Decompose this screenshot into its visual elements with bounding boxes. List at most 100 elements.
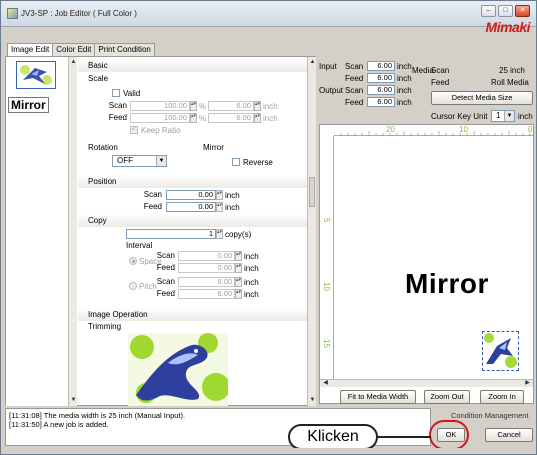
pitch-feed-spinner[interactable]: ▴▾ (235, 289, 242, 299)
preview-mirror-text: Mirror (405, 268, 489, 299)
inch-unit: inch (397, 86, 412, 95)
output-scan-value: 6.00 (367, 85, 395, 95)
position-scan-spinner[interactable]: ▴▾ (216, 190, 223, 200)
inch-unit: inch (263, 114, 278, 123)
rotation-select[interactable]: OFF ▼ (112, 155, 167, 167)
settings-list: Basic Scale Valid Scan 100.00 ▴▾ % 6.00 … (78, 57, 307, 406)
ruler-mark: 10 (322, 282, 331, 291)
scroll-down-icon[interactable]: ▼ (69, 396, 78, 405)
preview-horizontal-scrollbar[interactable]: ◀ ▶ (320, 379, 533, 387)
tab-image-edit[interactable]: Image Edit (7, 43, 54, 57)
thumbnail-scrollbar[interactable]: ▲ ▼ (68, 57, 77, 406)
media-scan-value: 25 inch (499, 66, 525, 75)
ruler-ticks (334, 131, 531, 136)
input-feed-value: 6.00 (367, 73, 395, 83)
input-feed-label: Feed (345, 74, 364, 83)
copy-count-spinner[interactable]: ▴▾ (216, 229, 223, 239)
cursor-key-unit-select[interactable]: 1 ▼ (491, 110, 515, 122)
tab-print-condition[interactable]: Print Condition (94, 43, 155, 56)
mirror-title: Mirror (203, 143, 224, 152)
trimming-image[interactable] (128, 333, 230, 406)
inch-unit: inch (225, 203, 240, 212)
pitch-scan-field[interactable]: 6.00 (178, 277, 235, 287)
zoom-in-button[interactable]: Zoom In (480, 390, 524, 404)
scroll-right-icon[interactable]: ▶ (523, 379, 532, 388)
inch-unit: inch (225, 191, 240, 200)
inch-unit: inch (244, 264, 259, 273)
pitch-scan-label: Scan (156, 277, 175, 286)
section-image-operation: Image Operation (78, 308, 307, 321)
preview-picture-icon (484, 333, 517, 368)
scroll-down-icon[interactable]: ▼ (308, 396, 317, 405)
scroll-up-icon[interactable]: ▲ (69, 58, 78, 67)
inch-unit: inch (244, 278, 259, 287)
pitch-feed-label: Feed (156, 289, 175, 298)
vertical-ruler: 5 10 15 (320, 136, 334, 384)
copy-count-field[interactable]: 1 (126, 229, 216, 239)
scale-feed-inch-field[interactable]: 6.00 (208, 113, 254, 123)
tab-color-edit[interactable]: Color Edit (52, 43, 96, 56)
ruler-mark: 15 (322, 339, 331, 348)
job-editor-window: JV3-SP : Job Editor ( Full Color ) – □ ✕ M… (0, 0, 537, 455)
scale-feed-percent-field[interactable]: 100.00 (130, 113, 190, 123)
scale-scan-inch-spinner[interactable]: ▴▾ (254, 101, 261, 111)
maximize-button[interactable]: □ (498, 5, 513, 17)
chevron-down-icon: ▼ (156, 156, 166, 166)
scroll-up-icon[interactable]: ▲ (308, 58, 317, 67)
trimming-picture-icon (128, 333, 230, 406)
media-scan-label: Scan (431, 66, 450, 75)
space-scan-label: Scan (156, 251, 175, 260)
space-scan-field[interactable]: 0.00 (178, 251, 235, 261)
size-info-area: Input Scan 6.00 inch Feed 6.00 inch Outp… (319, 56, 534, 122)
detect-media-size-button[interactable]: Detect Media Size (431, 91, 533, 105)
scale-feed-percent-spinner[interactable]: ▴▾ (190, 113, 197, 123)
fit-to-media-width-button[interactable]: Fit to Media Width (340, 390, 416, 404)
scroll-left-icon[interactable]: ◀ (321, 379, 330, 388)
settings-scrollbar[interactable]: ▲ ▼ (307, 57, 316, 406)
trimming-title: Trimming (88, 322, 122, 331)
scale-scan-percent-spinner[interactable]: ▴▾ (190, 101, 197, 111)
mirror-reverse-checkbox[interactable] (232, 158, 240, 166)
inch-unit: inch (397, 74, 412, 83)
pitch-radio[interactable] (129, 282, 137, 290)
condition-management-link[interactable]: Condition Management (451, 411, 529, 420)
job-thumbnail-list: Mirror (6, 57, 69, 406)
close-button[interactable]: ✕ (515, 5, 530, 17)
scale-valid-checkbox[interactable] (112, 89, 120, 97)
tab-bar: Image Edit Color Edit Print Condition (7, 43, 155, 57)
inch-unit: inch (244, 252, 259, 261)
image-edit-panel: Mirror ▲ ▼ Basic Scale Valid Scan 100.00… (5, 56, 316, 406)
mimaki-logo: Mimaki (485, 19, 531, 35)
position-scan-field[interactable]: 0.00 (166, 190, 216, 200)
space-feed-label: Feed (156, 263, 175, 272)
inch-unit: inch (244, 290, 259, 299)
keep-ratio-checkbox[interactable] (130, 124, 138, 134)
cancel-button[interactable]: Cancel (485, 428, 533, 442)
input-label: Input (319, 62, 337, 71)
click-callout: Klicken (288, 424, 378, 450)
window-title: JV3-SP : Job Editor ( Full Color ) (21, 9, 137, 18)
space-scan-spinner[interactable]: ▴▾ (235, 251, 242, 261)
scrollbar-thumb[interactable] (309, 177, 315, 207)
job-thumbnail[interactable] (16, 61, 56, 89)
space-feed-spinner[interactable]: ▴▾ (235, 263, 242, 273)
zoom-out-button[interactable]: Zoom Out (424, 390, 470, 404)
inch-unit: inch (263, 102, 278, 111)
thumbnail-label: Mirror (8, 97, 49, 113)
mirror-reverse-label: Reverse (243, 158, 273, 167)
pitch-feed-field[interactable]: 6.00 (178, 289, 235, 299)
scale-scan-inch-field[interactable]: 6.00 (208, 101, 254, 111)
cursor-key-unit-value: 1 (496, 111, 501, 120)
layout-preview[interactable]: 20 10 0 5 10 15 Mirror ◀ ▶ Fit to Media … (319, 124, 534, 404)
scale-feed-inch-spinner[interactable]: ▴▾ (254, 113, 261, 123)
position-feed-field[interactable]: 0.00 (166, 202, 216, 212)
cursor-key-unit-label: Cursor Key Unit (431, 112, 488, 121)
minimize-button[interactable]: – (481, 5, 496, 17)
space-radio[interactable] (129, 257, 137, 265)
preview-image[interactable] (482, 331, 519, 371)
space-feed-field[interactable]: 0.00 (178, 263, 235, 273)
scale-scan-percent-field[interactable]: 100.00 (130, 101, 190, 111)
position-feed-spinner[interactable]: ▴▾ (216, 202, 223, 212)
pitch-scan-spinner[interactable]: ▴▾ (235, 277, 242, 287)
section-position: Position (78, 175, 307, 188)
